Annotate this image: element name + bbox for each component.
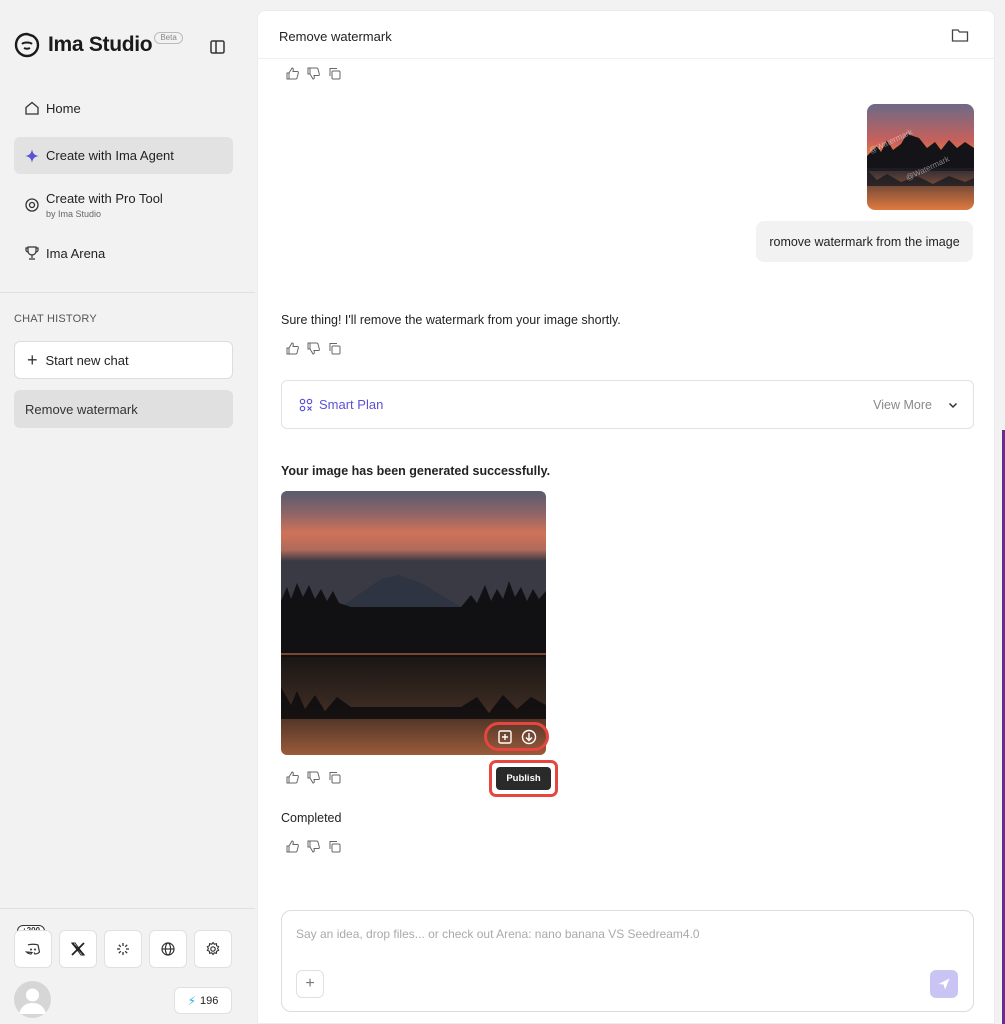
smart-plan-panel[interactable]: Smart Plan View More (281, 380, 974, 429)
sidebar-item-text: Create with Pro Tool by Ima Studio (46, 191, 163, 219)
smart-plan-label: Smart Plan (319, 397, 384, 412)
plus-icon: + (305, 975, 315, 992)
sidebar-item-arena[interactable]: Ima Arena (14, 241, 233, 265)
x-button[interactable] (59, 930, 97, 968)
copy-icon[interactable] (328, 342, 343, 357)
publish-highlight: Publish (489, 760, 558, 797)
gear-icon (206, 941, 220, 956)
sidebar: Ima Studio Beta Home Create with Ima Age… (0, 0, 255, 1024)
copy-icon[interactable] (328, 67, 343, 82)
uploaded-landscape-image: @Watermark @Watermark (867, 104, 974, 210)
logo[interactable]: Ima Studio Beta (14, 32, 183, 58)
thumbs-down-icon[interactable] (307, 840, 322, 855)
pro-tool-icon (25, 198, 39, 212)
sidebar-item-label: Home (46, 100, 81, 116)
add-to-canvas-icon[interactable] (497, 729, 513, 745)
smart-plan-icon (299, 398, 313, 411)
trophy-icon (25, 246, 39, 260)
sidebar-item-create-agent[interactable]: Create with Ima Agent (14, 137, 233, 174)
divider (0, 908, 255, 909)
thumbs-down-icon[interactable] (307, 67, 322, 82)
publish-button[interactable]: Publish (496, 767, 551, 790)
ima-logo-icon (14, 32, 40, 58)
completed-message: Completed (281, 811, 342, 825)
plus-icon: + (27, 350, 38, 370)
download-icon[interactable] (521, 729, 537, 745)
message-feedback (286, 342, 343, 357)
chat-input[interactable] (296, 927, 956, 941)
attach-button[interactable]: + (296, 970, 324, 998)
thumbs-down-icon[interactable] (307, 342, 322, 357)
sidebar-item-sublabel: by Ima Studio (46, 209, 102, 219)
image-actions (484, 722, 549, 751)
discord-icon (25, 943, 41, 955)
globe-icon (161, 942, 175, 956)
start-new-chat-button[interactable]: + Start new chat (14, 341, 233, 379)
thumbs-up-icon[interactable] (286, 840, 301, 855)
send-icon (938, 978, 950, 990)
message-feedback (286, 771, 343, 786)
sidebar-toggle-icon[interactable] (208, 38, 228, 56)
sidebar-item-pro-tool[interactable]: Create with Pro Tool by Ima Studio (14, 187, 233, 223)
history-item[interactable]: Remove watermark (14, 390, 233, 428)
thumbs-up-icon[interactable] (286, 67, 301, 82)
credits-count: 196 (200, 994, 219, 1007)
copy-icon[interactable] (328, 840, 343, 855)
user-message: romove watermark from the image (756, 221, 973, 262)
page-title: Remove watermark (279, 29, 392, 44)
user-avatar-icon (19, 988, 46, 1014)
send-button[interactable] (930, 970, 958, 998)
divider (0, 292, 255, 293)
generated-image[interactable] (281, 491, 546, 755)
settings-button[interactable] (194, 930, 232, 968)
view-more-link[interactable]: View More (873, 398, 932, 412)
sparkle-burst-icon (117, 943, 129, 955)
assistant-message: Sure thing! I'll remove the watermark fr… (281, 313, 621, 327)
success-message: Your image has been generated successful… (281, 464, 551, 478)
bolt-icon: ⚡ (187, 993, 197, 1008)
beta-badge: Beta (154, 32, 183, 44)
logo-text: Ima Studio (48, 33, 153, 56)
message-feedback (286, 67, 343, 82)
sidebar-item-label: Create with Ima Agent (46, 148, 174, 163)
chat-panel: Remove watermark @Watermark @Watermark r… (257, 10, 995, 1024)
message-feedback (286, 840, 343, 855)
avatar[interactable] (14, 981, 51, 1018)
folder-icon[interactable] (951, 27, 969, 43)
chat-composer: + (281, 910, 974, 1012)
chevron-down-icon[interactable] (947, 399, 959, 411)
credits-badge[interactable]: ⚡ 196 (174, 987, 232, 1014)
sidebar-item-label: Create with Pro Tool (46, 191, 163, 206)
sidebar-item-label: Ima Arena (46, 245, 106, 261)
discord-button[interactable] (14, 930, 52, 968)
start-new-chat-label: Start new chat (45, 352, 129, 368)
thumbs-up-icon[interactable] (286, 771, 301, 786)
copy-icon[interactable] (328, 771, 343, 786)
generated-landscape-image (281, 491, 546, 755)
community-button[interactable] (104, 930, 142, 968)
chat-header: Remove watermark (258, 11, 994, 59)
home-icon (25, 101, 39, 115)
thumbs-down-icon[interactable] (307, 771, 322, 786)
x-logo-icon (71, 942, 85, 956)
chat-history-heading: CHAT HISTORY (14, 313, 97, 325)
uploaded-image[interactable]: @Watermark @Watermark (867, 104, 974, 210)
thumbs-up-icon[interactable] (286, 342, 301, 357)
sidebar-item-home[interactable]: Home (14, 96, 233, 120)
sparkle-icon (25, 148, 39, 163)
language-button[interactable] (149, 930, 187, 968)
